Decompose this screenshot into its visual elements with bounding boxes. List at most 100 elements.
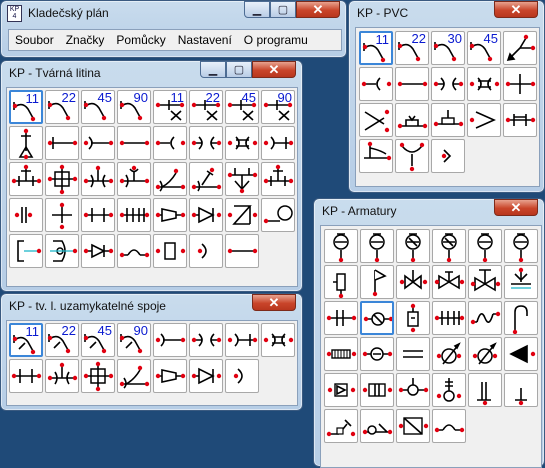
spoje-symbol-button[interactable]: [117, 359, 151, 393]
litina-symbol-button[interactable]: [81, 198, 115, 232]
litina-symbol-button[interactable]: [189, 126, 223, 160]
armatury-symbol-button[interactable]: [468, 373, 502, 407]
spoje-symbol-button[interactable]: [261, 323, 295, 357]
armatury-symbol-button[interactable]: [324, 373, 358, 407]
litina-symbol-button[interactable]: 90: [261, 90, 295, 124]
armatury-symbol-button[interactable]: [324, 409, 358, 443]
close-button[interactable]: ✕: [296, 1, 340, 18]
spoje-symbol-button[interactable]: 22: [45, 323, 79, 357]
litina-symbol-button[interactable]: [9, 126, 43, 160]
armatury-symbol-button[interactable]: [360, 265, 394, 299]
litina-symbol-button[interactable]: [153, 162, 187, 196]
litina-symbol-button[interactable]: [261, 126, 295, 160]
menu-soubor[interactable]: Soubor: [9, 33, 60, 47]
minimize-button[interactable]: ▁: [244, 1, 270, 18]
litina-close-button[interactable]: ✕: [252, 61, 296, 78]
litina-symbol-button[interactable]: [117, 198, 151, 232]
pvc-symbol-button[interactable]: [431, 103, 465, 137]
pvc-symbol-button[interactable]: [431, 67, 465, 101]
litina-symbol-button[interactable]: [9, 198, 43, 232]
litina-symbol-button[interactable]: [117, 234, 151, 268]
pvc-symbol-button[interactable]: [431, 139, 465, 173]
litina-symbol-button[interactable]: 22: [45, 90, 79, 124]
armatury-symbol-button[interactable]: [324, 337, 358, 371]
spoje-symbol-button[interactable]: 90: [117, 323, 151, 357]
armatury-symbol-button[interactable]: [360, 229, 394, 263]
armatury-symbol-button[interactable]: [504, 229, 538, 263]
pvc-close-button[interactable]: ✕: [494, 1, 538, 18]
pvc-symbol-button[interactable]: [503, 67, 537, 101]
pvc-symbol-button[interactable]: [467, 67, 501, 101]
armatury-symbol-button[interactable]: [504, 301, 538, 335]
litina-symbol-button[interactable]: 90: [117, 90, 151, 124]
armatury-symbol-button[interactable]: [504, 265, 538, 299]
armatury-symbol-button[interactable]: [396, 301, 430, 335]
litina-symbol-button[interactable]: [225, 126, 259, 160]
litina-symbol-button[interactable]: [81, 234, 115, 268]
armatury-symbol-button[interactable]: [396, 337, 430, 371]
spoje-symbol-button[interactable]: 11: [9, 323, 43, 357]
spoje-symbol-button[interactable]: [153, 359, 187, 393]
armatury-symbol-button[interactable]: [432, 373, 466, 407]
spoje-symbol-button[interactable]: [45, 359, 79, 393]
spoje-symbol-button[interactable]: [9, 359, 43, 393]
litina-symbol-button[interactable]: [153, 126, 187, 160]
litina-symbol-button[interactable]: 22: [189, 90, 223, 124]
armatury-symbol-button[interactable]: [432, 301, 466, 335]
litina-symbol-button[interactable]: 11: [9, 90, 43, 124]
spoje-symbol-button[interactable]: [153, 323, 187, 357]
litina-symbol-button[interactable]: [261, 162, 295, 196]
litina-symbol-button[interactable]: [117, 162, 151, 196]
armatury-symbol-button[interactable]: [504, 337, 538, 371]
pvc-symbol-button[interactable]: [359, 67, 393, 101]
litina-symbol-button[interactable]: [261, 198, 295, 232]
litina-symbol-button[interactable]: [9, 234, 43, 268]
maximize-button[interactable]: ▢: [270, 1, 296, 18]
pvc-symbol-button[interactable]: [395, 103, 429, 137]
armatury-symbol-button[interactable]: [324, 229, 358, 263]
litina-symbol-button[interactable]: [81, 126, 115, 160]
menu-znacky[interactable]: Značky: [60, 33, 111, 47]
litina-symbol-button[interactable]: [45, 162, 79, 196]
pvc-symbol-button[interactable]: [359, 103, 393, 137]
armatury-symbol-button[interactable]: [432, 265, 466, 299]
litina-symbol-button[interactable]: [225, 198, 259, 232]
litina-symbol-button[interactable]: [189, 162, 223, 196]
armatury-symbol-button[interactable]: [360, 337, 394, 371]
pvc-symbol-button[interactable]: [467, 103, 501, 137]
armatury-symbol-button[interactable]: [360, 409, 394, 443]
armatury-symbol-button[interactable]: [324, 265, 358, 299]
litina-symbol-button[interactable]: 45: [81, 90, 115, 124]
litina-symbol-button[interactable]: [45, 198, 79, 232]
litina-maximize-button[interactable]: ▢: [226, 61, 252, 78]
pvc-symbol-button[interactable]: [503, 31, 537, 65]
pvc-titlebar[interactable]: KP - PVC ✕: [349, 1, 544, 25]
litina-minimize-button[interactable]: ▁: [200, 61, 226, 78]
armatury-symbol-button[interactable]: [432, 337, 466, 371]
armatury-symbol-button[interactable]: [468, 301, 502, 335]
armatury-symbol-button[interactable]: [468, 337, 502, 371]
armatury-close-button[interactable]: ✕: [494, 199, 538, 216]
spoje-symbol-button[interactable]: 45: [81, 323, 115, 357]
pvc-symbol-button[interactable]: [503, 103, 537, 137]
armatury-symbol-button[interactable]: [360, 373, 394, 407]
spoje-symbol-button[interactable]: [81, 359, 115, 393]
menu-nastaveni[interactable]: Nastavení: [172, 33, 238, 47]
armatury-symbol-button[interactable]: [396, 229, 430, 263]
armatury-symbol-button[interactable]: [468, 265, 502, 299]
pvc-symbol-button[interactable]: 30: [431, 31, 465, 65]
spoje-close-button[interactable]: ✕: [252, 294, 296, 311]
armatury-symbol-button[interactable]: [432, 409, 466, 443]
armatury-symbol-button[interactable]: [396, 409, 430, 443]
litina-symbol-button[interactable]: [153, 198, 187, 232]
pvc-symbol-button[interactable]: [395, 67, 429, 101]
pvc-symbol-button[interactable]: 45: [467, 31, 501, 65]
armatury-titlebar[interactable]: KP - Armatury ✕: [314, 199, 544, 223]
litina-symbol-button[interactable]: [189, 198, 223, 232]
spoje-symbol-button[interactable]: [225, 323, 259, 357]
litina-symbol-button[interactable]: 11: [153, 90, 187, 124]
litina-symbol-button[interactable]: [225, 234, 259, 268]
litina-symbol-button[interactable]: [117, 126, 151, 160]
main-titlebar[interactable]: KP 4 Kladečský plán ▁ ▢ ✕: [1, 1, 346, 25]
spoje-symbol-button[interactable]: [189, 359, 223, 393]
